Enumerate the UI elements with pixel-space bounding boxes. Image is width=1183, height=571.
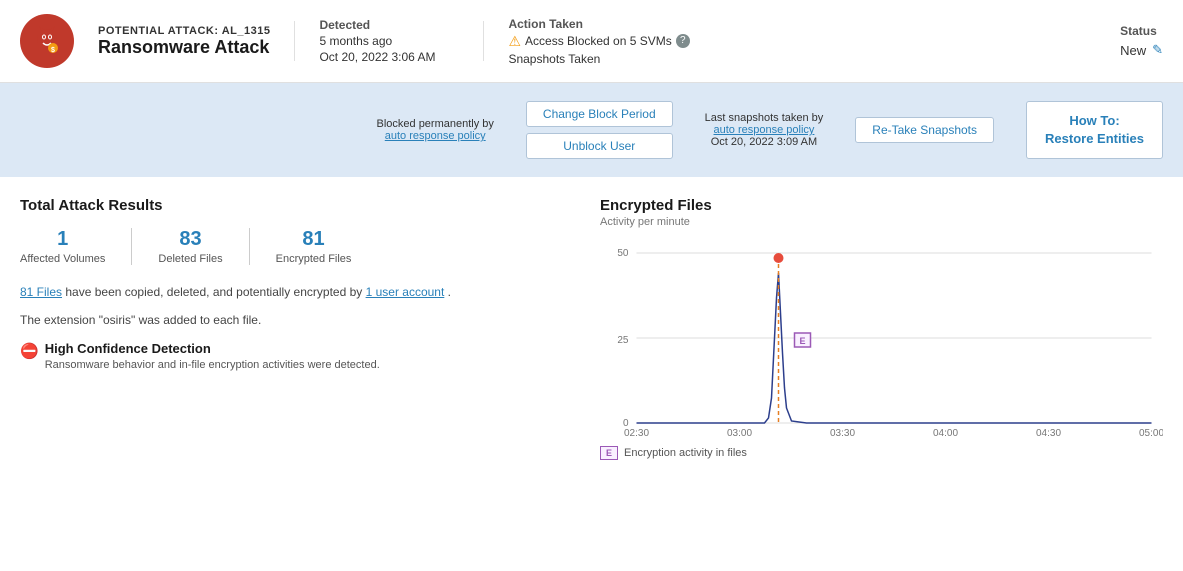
retake-snapshots-button[interactable]: Re-Take Snapshots: [855, 117, 994, 143]
detected-label: Detected: [319, 18, 459, 32]
info-paragraph: 81 Files have been copied, deleted, and …: [20, 283, 580, 302]
status-value: New: [1120, 43, 1146, 58]
action-snapshots: Snapshots Taken: [508, 52, 689, 66]
stat-deleted-files: 83 Deleted Files: [136, 228, 244, 265]
detected-date: Oct 20, 2022 3:06 AM: [319, 50, 459, 64]
legend-icon: E: [600, 446, 618, 460]
deleted-files-label: Deleted Files: [158, 253, 222, 265]
divider-1: [294, 21, 295, 61]
svg-text:03:00: 03:00: [727, 428, 752, 438]
affected-volumes-label: Affected Volumes: [20, 253, 105, 265]
info-period: .: [448, 285, 451, 299]
detection-title: High Confidence Detection: [45, 341, 380, 356]
status-section: Status New ✎: [1120, 24, 1163, 58]
detection-error-icon: ⛔: [20, 342, 39, 360]
svg-text:E: E: [799, 336, 805, 346]
stat-encrypted-files: 81 Encrypted Files: [254, 228, 374, 265]
svg-text:50: 50: [617, 248, 629, 259]
user-account-link[interactable]: 1 user account: [366, 285, 445, 299]
stat-affected-volumes: 1 Affected Volumes: [20, 228, 127, 265]
info-mid-text: have been copied, deleted, and potential…: [65, 285, 365, 299]
svg-text:25: 25: [617, 335, 629, 346]
encrypted-files-label: Encrypted Files: [276, 253, 352, 265]
snapshots-policy-link[interactable]: auto response policy: [705, 124, 824, 136]
banner-action-buttons: Change Block Period Unblock User: [526, 101, 673, 159]
action-banner: Blocked permanently by auto response pol…: [0, 83, 1183, 177]
attack-title: Ransomware Attack: [98, 37, 270, 58]
blocked-line1: Blocked permanently by: [377, 118, 494, 130]
svg-text:04:00: 04:00: [933, 428, 958, 438]
extension-text: The extension "osiris" was added to each…: [20, 313, 580, 327]
warning-icon: ⚠: [508, 33, 521, 50]
results-title: Total Attack Results: [20, 197, 580, 214]
help-icon[interactable]: ?: [676, 34, 690, 48]
detected-time: 5 months ago: [319, 34, 459, 48]
stats-row: 1 Affected Volumes 83 Deleted Files 81 E…: [20, 228, 580, 265]
affected-volumes-value: 1: [57, 228, 68, 251]
unblock-user-button[interactable]: Unblock User: [526, 133, 673, 159]
detection-block: ⛔ High Confidence Detection Ransomware b…: [20, 341, 580, 371]
detection-desc: Ransomware behavior and in-file encrypti…: [45, 359, 380, 371]
svg-text:$: $: [51, 47, 55, 54]
restore-line1: How To:: [1045, 112, 1144, 130]
status-label: Status: [1120, 24, 1157, 38]
detection-content: High Confidence Detection Ransomware beh…: [45, 341, 380, 371]
legend-label: Encryption activity in files: [624, 447, 747, 459]
status-value-row: New ✎: [1120, 42, 1163, 58]
divider-2: [483, 21, 484, 61]
action-text: Access Blocked on 5 SVMs: [525, 34, 672, 48]
chart-title: Encrypted Files: [600, 197, 1163, 214]
chart-svg: 50 25 0 02:30 03:00 03:30 04:00 04:30 05…: [600, 238, 1163, 438]
restore-entities-button[interactable]: How To: Restore Entities: [1026, 101, 1163, 159]
change-block-period-button[interactable]: Change Block Period: [526, 101, 673, 127]
chart-legend: E Encryption activity in files: [600, 446, 1163, 460]
svg-text:02:30: 02:30: [624, 428, 649, 438]
action-warning-row: ⚠ Access Blocked on 5 SVMs ?: [508, 33, 689, 50]
attack-icon: $: [20, 14, 74, 68]
snapshots-info: Last snapshots taken by auto response po…: [705, 112, 824, 148]
edit-status-icon[interactable]: ✎: [1152, 42, 1163, 58]
chart-subtitle: Activity per minute: [600, 216, 1163, 228]
snapshots-date: Oct 20, 2022 3:09 AM: [705, 136, 824, 148]
action-taken-section: Action Taken ⚠ Access Blocked on 5 SVMs …: [508, 17, 689, 66]
right-panel: Encrypted Files Activity per minute 50 2…: [600, 197, 1163, 460]
svg-text:03:30: 03:30: [830, 428, 855, 438]
left-panel: Total Attack Results 1 Affected Volumes …: [20, 197, 580, 460]
blocked-policy-link[interactable]: auto response policy: [377, 130, 494, 142]
detected-section: Detected 5 months ago Oct 20, 2022 3:06 …: [319, 18, 459, 64]
blocked-info: Blocked permanently by auto response pol…: [377, 118, 494, 142]
svg-text:04:30: 04:30: [1036, 428, 1061, 438]
header-title-block: POTENTIAL ATTACK: AL_1315 Ransomware Att…: [98, 25, 270, 58]
files-link[interactable]: 81 Files: [20, 285, 62, 299]
deleted-files-value: 83: [179, 228, 201, 251]
attack-subtitle: POTENTIAL ATTACK: AL_1315: [98, 25, 270, 37]
snapshots-line1: Last snapshots taken by: [705, 112, 824, 124]
stat-divider-2: [249, 228, 250, 265]
encrypted-files-value: 81: [302, 228, 324, 251]
svg-text:05:00: 05:00: [1139, 428, 1163, 438]
page-header: $ POTENTIAL ATTACK: AL_1315 Ransomware A…: [0, 0, 1183, 83]
action-taken-label: Action Taken: [508, 17, 689, 31]
chart-container: 50 25 0 02:30 03:00 03:30 04:00 04:30 05…: [600, 238, 1163, 438]
restore-line2: Restore Entities: [1045, 130, 1144, 148]
stat-divider-1: [131, 228, 132, 265]
main-content: Total Attack Results 1 Affected Volumes …: [0, 177, 1183, 480]
